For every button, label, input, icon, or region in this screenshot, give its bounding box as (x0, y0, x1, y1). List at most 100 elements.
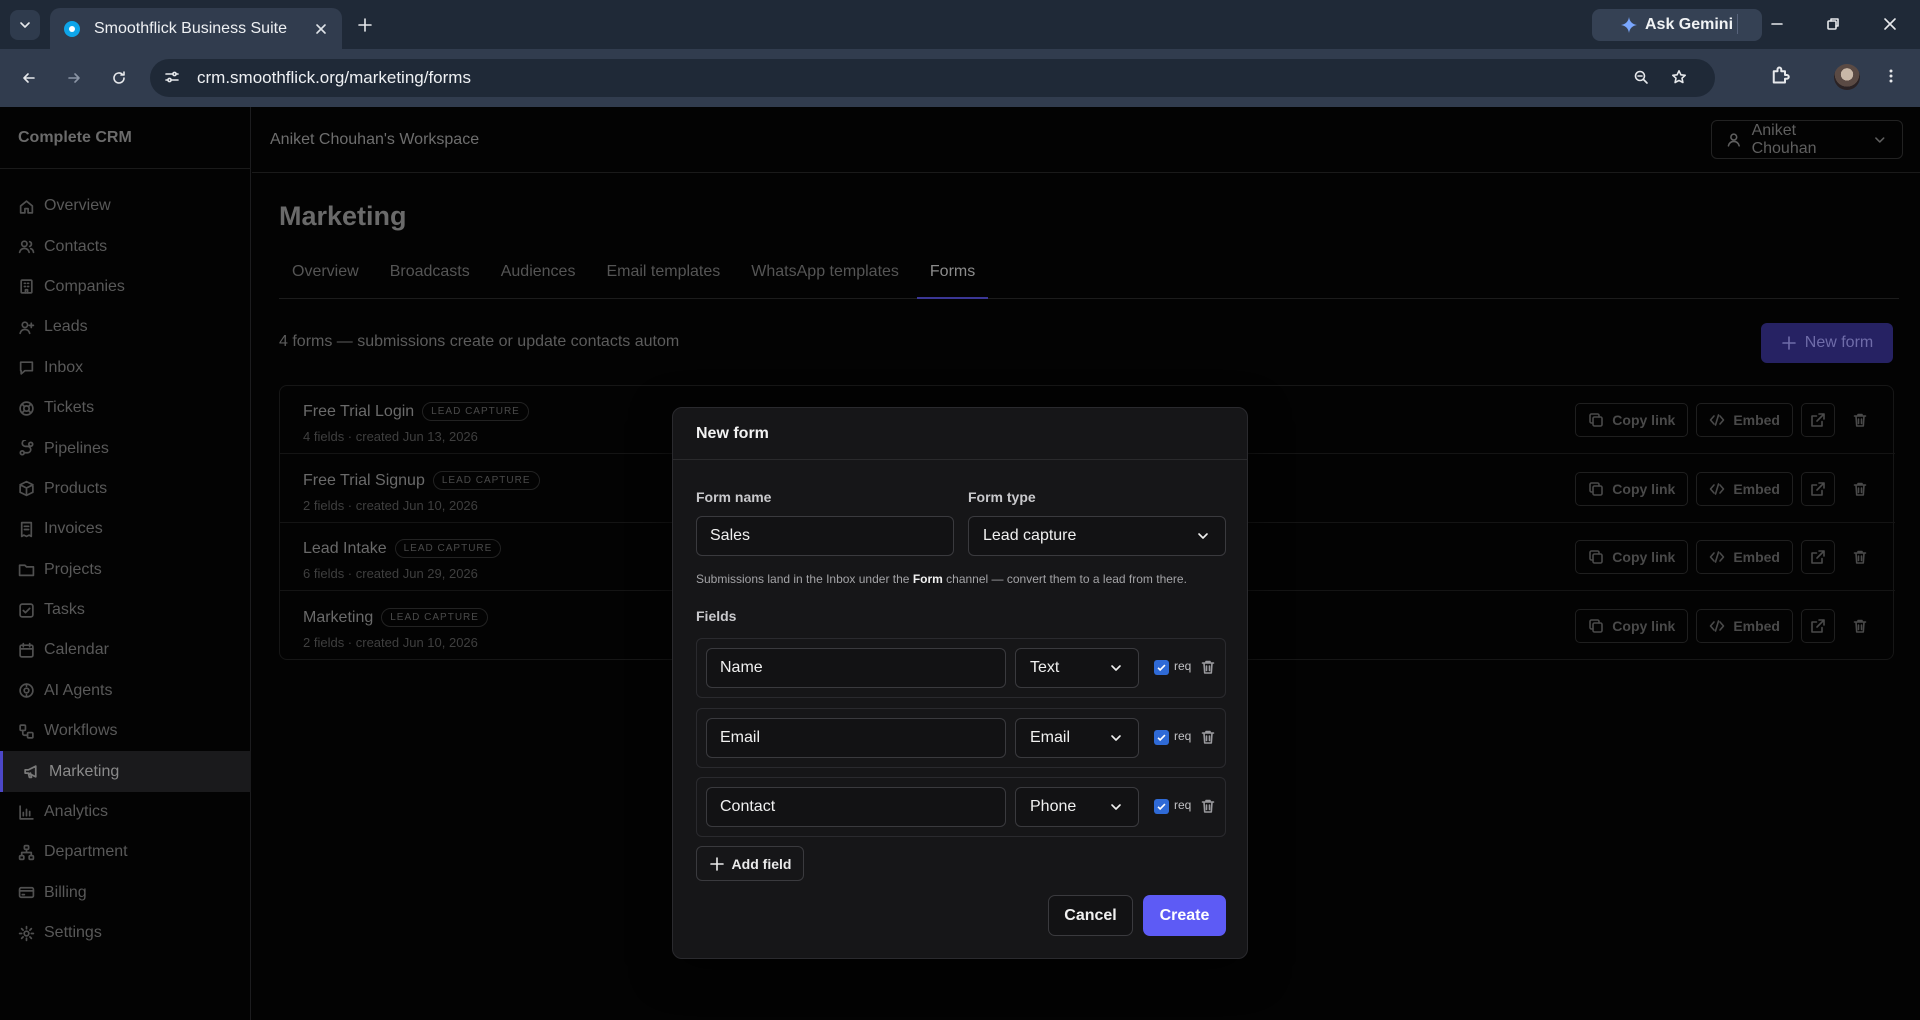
sidebar-item-label: Workflows (44, 722, 118, 740)
sidebar-item-workflows[interactable]: Workflows (0, 711, 251, 751)
delete-form-button[interactable] (1843, 609, 1877, 643)
sidebar-item-department[interactable]: Department (0, 832, 251, 872)
delete-field-button[interactable] (1200, 659, 1216, 675)
field-name-input[interactable]: Email (706, 717, 1006, 758)
delete-field-button[interactable] (1200, 729, 1216, 745)
form-name-input[interactable]: Sales (696, 516, 954, 556)
sidebar-item-ai-agents[interactable]: AI Agents (0, 671, 251, 711)
tab-whatsapp-templates[interactable]: WhatsApp templates (738, 257, 912, 299)
close-window-button[interactable] (1879, 13, 1901, 35)
new-form-button[interactable]: New form (1761, 323, 1893, 363)
form-type-select[interactable]: Lead capture (968, 516, 1226, 556)
required-label: req (1174, 798, 1192, 812)
address-bar[interactable]: crm.smoothflick.org/marketing/forms (150, 59, 1715, 97)
building-icon (20, 279, 33, 295)
tab-broadcasts[interactable]: Broadcasts (377, 257, 483, 299)
delete-form-button[interactable] (1843, 472, 1877, 506)
checkmark-icon (1157, 734, 1166, 741)
create-button[interactable]: Create (1143, 895, 1226, 936)
required-checkbox[interactable] (1154, 660, 1169, 675)
user-menu-button[interactable]: Aniket Chouhan (1711, 120, 1903, 159)
embed-button[interactable]: Embed (1696, 540, 1793, 574)
sidebar-item-leads[interactable]: Leads (0, 307, 251, 347)
new-tab-button[interactable] (354, 14, 376, 36)
browser-menu-icon[interactable] (1883, 66, 1899, 86)
chevron-down-icon (1111, 665, 1121, 671)
external-link-icon (1811, 550, 1825, 564)
browser-tab-title: Smoothflick Business Suite (94, 19, 287, 37)
field-type-select[interactable]: Text (1015, 648, 1139, 688)
open-form-button[interactable] (1801, 540, 1835, 574)
field-name-input[interactable]: Name (706, 648, 1006, 688)
embed-button[interactable]: Embed (1696, 403, 1793, 437)
copy-link-button[interactable]: Copy link (1575, 540, 1689, 574)
open-form-button[interactable] (1801, 471, 1835, 506)
site-info-icon[interactable] (164, 69, 180, 85)
profile-avatar[interactable] (1834, 64, 1860, 90)
ask-gemini-label: Ask Gemini (1644, 16, 1734, 33)
sidebar-item-analytics[interactable]: Analytics (0, 792, 251, 832)
sidebar-item-companies[interactable]: Companies (0, 267, 251, 307)
field-name-input[interactable]: Contact (706, 787, 1006, 827)
tab-search-button[interactable] (10, 10, 40, 40)
code-icon (1710, 482, 1725, 495)
open-form-button[interactable] (1801, 403, 1835, 437)
required-checkbox[interactable] (1154, 729, 1169, 745)
delete-field-button[interactable] (1200, 798, 1216, 814)
copy-link-button[interactable]: Copy link (1575, 471, 1689, 506)
add-field-label: Add field (731, 855, 792, 872)
zoom-icon[interactable] (1633, 69, 1649, 85)
copy-link-label: Copy link (1612, 412, 1676, 428)
sidebar-item-settings[interactable]: Settings (0, 913, 251, 953)
copy-link-button[interactable]: Copy link (1575, 608, 1689, 643)
add-field-button[interactable]: Add field (696, 846, 804, 881)
restore-button[interactable] (1822, 13, 1844, 35)
sidebar-item-products[interactable]: Products (0, 469, 251, 509)
open-form-button[interactable] (1801, 608, 1835, 643)
browser-tab-bar: Smoothflick Business Suite Ask Gemini (0, 0, 1920, 49)
minimize-button[interactable] (1766, 13, 1788, 35)
field-type-select[interactable]: Email (1015, 717, 1139, 758)
sidebar-item-pipelines[interactable]: Pipelines (0, 428, 251, 468)
tab-audiences[interactable]: Audiences (488, 257, 589, 299)
tab-close-button[interactable] (312, 20, 330, 38)
sidebar-item-calendar[interactable]: Calendar (0, 630, 251, 670)
workflow-icon (19, 724, 34, 739)
required-checkbox[interactable] (1154, 799, 1169, 814)
hint-text-before: Submissions land in the Inbox under the (696, 572, 913, 586)
home-icon (19, 200, 34, 214)
chevron-down-icon (1198, 533, 1208, 539)
embed-button[interactable]: Embed (1696, 471, 1793, 506)
form-name-label: Form name (696, 489, 772, 505)
tab-forms[interactable]: Forms (916, 257, 989, 299)
cancel-button[interactable]: Cancel (1048, 895, 1133, 936)
sidebar-item-invoices[interactable]: Invoices (0, 509, 251, 549)
sidebar-item-contacts[interactable]: Contacts (0, 226, 251, 266)
browser-tab[interactable]: Smoothflick Business Suite (50, 8, 342, 49)
checkmark-icon (1157, 803, 1166, 811)
tab-email-templates[interactable]: Email templates (593, 257, 733, 299)
delete-form-button[interactable] (1843, 540, 1877, 574)
bookmark-star-icon[interactable] (1671, 69, 1687, 85)
delete-form-button[interactable] (1843, 403, 1877, 437)
sidebar-item-inbox[interactable]: Inbox (0, 348, 251, 388)
copy-link-button[interactable]: Copy link (1575, 403, 1689, 437)
sidebar-item-overview[interactable]: Overview (0, 186, 251, 226)
sidebar-item-tickets[interactable]: Tickets (0, 388, 251, 428)
field-type-select[interactable]: Phone (1015, 787, 1139, 827)
sidebar-item-tasks[interactable]: Tasks (0, 590, 251, 630)
required-label: req (1174, 659, 1192, 673)
sidebar-item-label: Analytics (44, 803, 109, 821)
embed-button[interactable]: Embed (1696, 608, 1793, 643)
reload-button[interactable] (106, 65, 132, 91)
toolbar-divider (1737, 14, 1738, 34)
sidebar-item-projects[interactable]: Projects (0, 550, 251, 590)
tab-overview[interactable]: Overview (279, 257, 372, 299)
sidebar-item-label: Inbox (44, 358, 84, 376)
forward-button[interactable] (61, 65, 87, 91)
back-button[interactable] (16, 65, 42, 91)
sidebar-item-marketing[interactable]: Marketing (0, 751, 251, 792)
top-bar: Aniket Chouhan's Workspace Aniket Chouha… (252, 107, 1920, 173)
extensions-puzzle-icon[interactable] (1770, 65, 1790, 85)
sidebar-item-billing[interactable]: Billing (0, 873, 251, 913)
